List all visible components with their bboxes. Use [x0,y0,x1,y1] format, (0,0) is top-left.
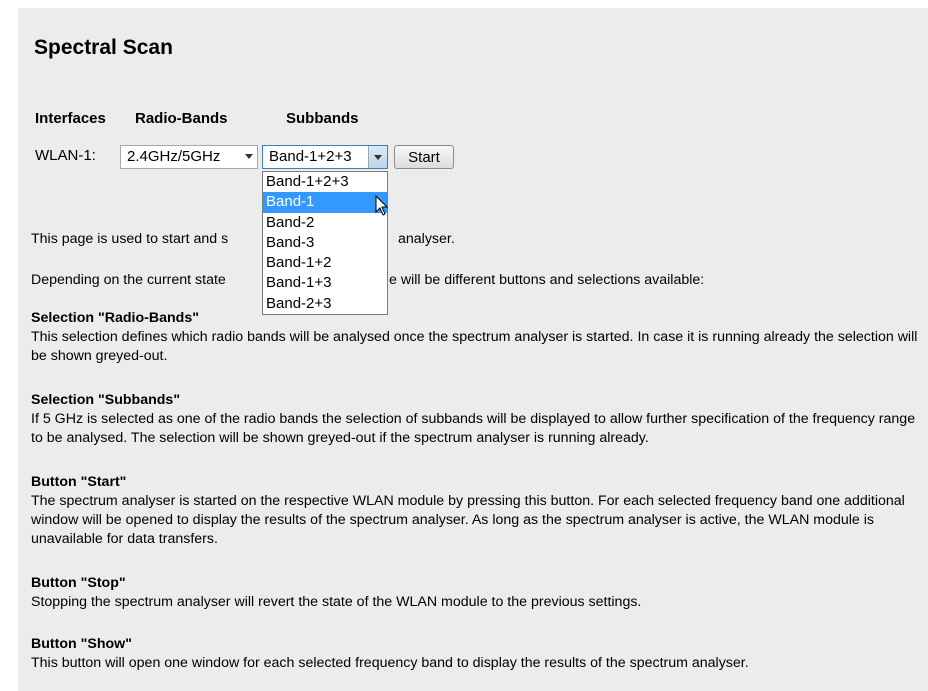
help-section-start: Button "Start" The spectrum analyser is … [31,473,920,549]
interface-label: WLAN-1: [35,147,96,164]
radio-bands-select[interactable]: 2.4GHz/5GHz [120,145,258,169]
intro-line-2-left: Depending on the current state [31,272,226,288]
section-text: The spectrum analyser is started on the … [31,493,905,547]
dropdown-option[interactable]: Band-2+3 [263,294,387,314]
help-section-stop: Button "Stop" Stopping the spectrum anal… [31,574,920,612]
radio-bands-value: 2.4GHz/5GHz [127,148,221,165]
chevron-down-icon [374,155,382,160]
section-text: Stopping the spectrum analyser will reve… [31,594,642,610]
intro-line-2-right: e will be different buttons and selectio… [389,272,705,288]
dropdown-option[interactable]: Band-1+2+3 [263,172,387,192]
mouse-pointer-icon [375,195,389,216]
intro-line-1-right: analyser. [398,231,455,247]
subbands-dropdown-list: Band-1+2+3 Band-1 Band-2 Band-3 Band-1+2… [262,171,388,315]
intro-line-1: This page is used to start and s analyse… [31,230,920,249]
section-title: Button "Stop" [31,575,126,591]
intro-line-1-left: This page is used to start and s [31,231,229,247]
section-text: This button will open one window for eac… [31,655,749,671]
dropdown-option[interactable]: Band-1+2 [263,253,387,273]
section-title: Selection "Radio-Bands" [31,310,199,326]
dropdown-option-highlighted[interactable]: Band-1 [263,192,387,213]
chevron-down-icon [245,154,253,159]
dropdown-option[interactable]: Band-2 [263,213,387,233]
subbands-select[interactable]: Band-1+2+3 [262,145,388,169]
help-section-subbands: Selection "Subbands" If 5 GHz is selecte… [31,391,920,448]
help-section-radio-bands: Selection "Radio-Bands" This selection d… [31,309,920,366]
radio-bands-header: Radio-Bands [135,110,228,127]
interfaces-header: Interfaces [35,110,106,127]
start-button[interactable]: Start [394,145,454,169]
content-panel: Spectral Scan Interfaces Radio-Bands Sub… [18,8,928,691]
page-title: Spectral Scan [34,36,173,59]
section-title: Button "Show" [31,636,132,652]
help-section-show: Button "Show" This button will open one … [31,635,920,673]
dropdown-option[interactable]: Band-3 [263,233,387,253]
dropdown-option[interactable]: Band-1+3 [263,273,387,293]
subbands-dropdown-button[interactable] [368,146,387,168]
subbands-header: Subbands [286,110,359,127]
section-text: This selection defines which radio bands… [31,329,918,364]
subbands-value: Band-1+2+3 [269,148,352,165]
section-title: Button "Start" [31,474,127,490]
section-text: If 5 GHz is selected as one of the radio… [31,411,916,446]
intro-line-2: Depending on the current state e will be… [31,271,920,290]
section-title: Selection "Subbands" [31,392,181,408]
